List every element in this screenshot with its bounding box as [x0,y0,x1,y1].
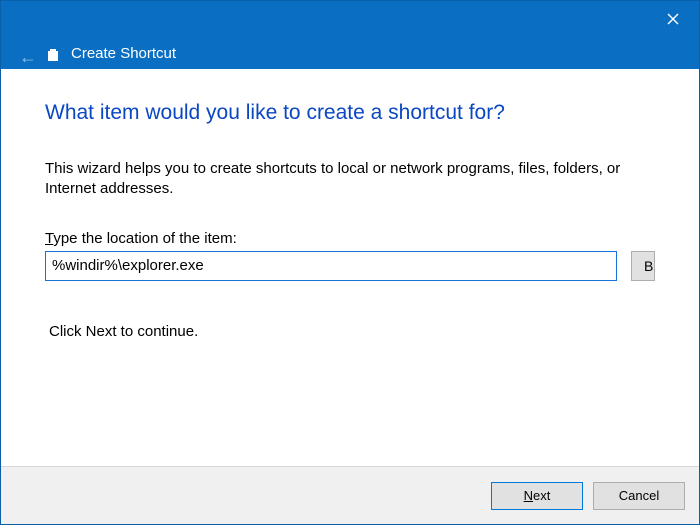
create-shortcut-wizard: ← Create Shortcut What item would you li… [0,0,700,525]
window-title: Create Shortcut [71,45,176,62]
page-heading: What item would you like to create a sho… [45,101,655,125]
wizard-description: This wizard helps you to create shortcut… [45,159,655,200]
cancel-button[interactable]: Cancel [593,482,685,510]
footer: Next Cancel [1,466,699,524]
location-label: Type the location of the item: [45,230,655,247]
location-row: Browse... [45,251,655,281]
location-input[interactable] [45,251,617,281]
close-icon [667,13,679,25]
next-button[interactable]: Next [491,482,583,510]
continue-hint: Click Next to continue. [45,323,655,340]
browse-button[interactable]: Browse... [631,251,655,281]
shortcut-icon [48,51,58,61]
back-arrow-icon: ← [19,47,37,68]
content-area: What item would you like to create a sho… [1,69,699,466]
titlebar: ← Create Shortcut [1,1,699,69]
close-button[interactable] [661,7,685,31]
